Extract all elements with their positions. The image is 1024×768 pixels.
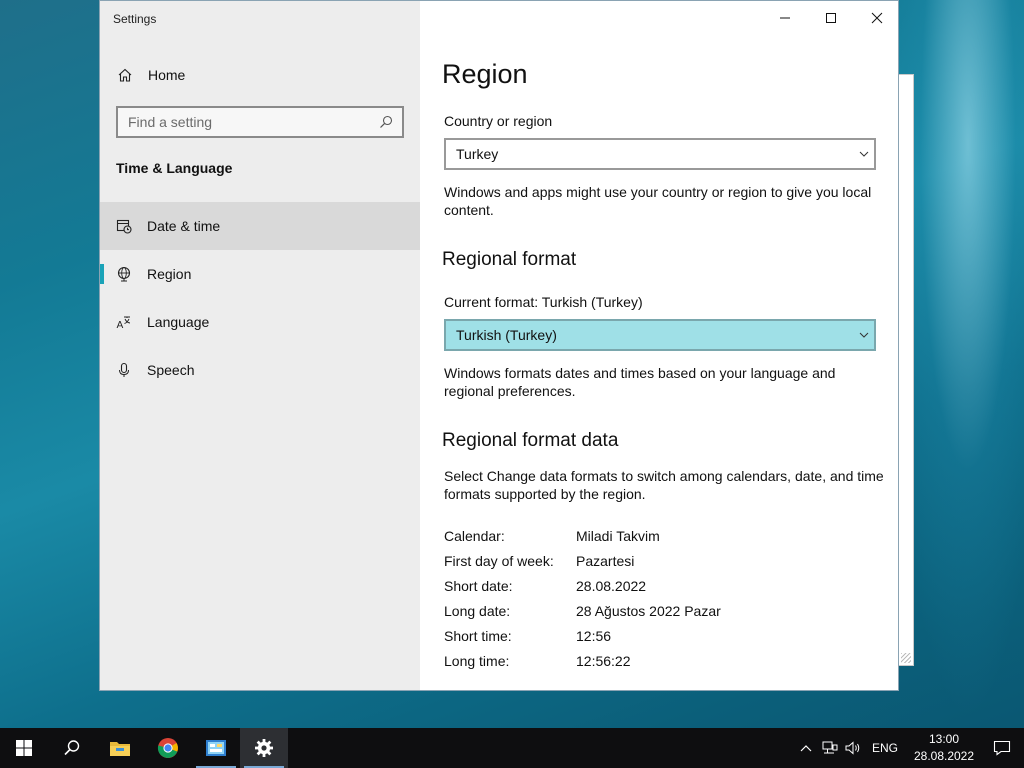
format-data-key: Short time:	[444, 628, 512, 644]
search-input[interactable]	[128, 114, 368, 130]
format-data-value: 12:56	[576, 628, 612, 644]
regional-format-dropdown[interactable]: Turkish (Turkey)	[444, 319, 876, 351]
regional-format-value: Turkish (Turkey)	[456, 327, 557, 343]
settings-gear-icon	[255, 739, 273, 757]
network-icon	[822, 741, 838, 754]
sidebar-item-speech[interactable]: Speech	[100, 346, 420, 394]
current-format-label: Current format: Turkish (Turkey)	[444, 294, 643, 310]
chevron-down-icon	[859, 151, 869, 157]
country-dropdown[interactable]: Turkey	[444, 138, 876, 170]
taskbar-clock[interactable]: 13:00 28.08.2022	[908, 731, 980, 765]
format-data-value: Miladi Takvim	[576, 528, 660, 544]
format-data-row: Long time: 12:56:22	[444, 653, 631, 669]
search-icon[interactable]	[378, 114, 394, 130]
chrome-icon	[157, 738, 178, 758]
notification-icon	[993, 740, 1011, 756]
svg-text:A: A	[117, 320, 124, 330]
window-title: Settings	[113, 12, 157, 26]
taskbar-search-button[interactable]	[48, 728, 96, 768]
format-data-key: First day of week:	[444, 553, 554, 569]
control-panel-button[interactable]	[192, 728, 240, 768]
selected-indicator	[100, 264, 104, 284]
regional-format-title: Regional format	[442, 249, 577, 270]
format-data-row: Short date: 28.08.2022	[444, 578, 646, 594]
settings-window: Settings Home Time & Language	[99, 0, 899, 691]
action-center-button[interactable]	[980, 728, 1024, 768]
search-icon	[64, 740, 80, 756]
page-title: Region	[442, 59, 528, 89]
close-icon	[871, 12, 883, 24]
calendar-clock-icon	[116, 219, 132, 234]
format-data-value: Pazartesi	[576, 553, 635, 569]
window-controls	[762, 1, 898, 35]
network-button[interactable]	[818, 728, 842, 768]
sidebar-item-label: Region	[147, 266, 192, 282]
sidebar: Settings Home Time & Language	[100, 1, 420, 690]
sidebar-item-label: Date & time	[147, 218, 221, 234]
maximize-icon	[826, 13, 836, 23]
microphone-icon	[119, 362, 129, 377]
search-box[interactable]	[116, 106, 404, 138]
country-description: Windows and apps might use your country …	[444, 184, 872, 218]
close-button[interactable]	[854, 1, 898, 35]
country-value: Turkey	[456, 146, 499, 162]
format-data-row: Short time: 12:56	[444, 628, 611, 644]
country-label: Country or region	[444, 113, 553, 129]
minimize-button[interactable]	[762, 1, 808, 35]
sidebar-item-label: Language	[147, 314, 210, 330]
system-tray: ENG 13:00 28.08.2022	[794, 728, 1024, 768]
format-data-title: Regional format data	[442, 430, 619, 451]
file-explorer-icon	[110, 742, 130, 756]
input-language-indicator[interactable]: ENG	[866, 741, 908, 755]
resize-grip[interactable]	[901, 653, 911, 663]
format-data-key: Long time:	[444, 653, 510, 669]
format-data-key: Calendar:	[444, 528, 505, 544]
file-explorer-button[interactable]	[96, 728, 144, 768]
home-icon	[118, 68, 132, 82]
language-icon: A	[117, 316, 131, 330]
category-title: Time & Language	[116, 160, 233, 176]
globe-icon	[117, 266, 131, 282]
volume-icon	[845, 741, 860, 755]
sidebar-item-label: Speech	[147, 362, 195, 378]
format-data-value: 28 Ağustos 2022 Pazar	[576, 603, 721, 619]
minimize-icon	[780, 17, 790, 19]
clock-date: 28.08.2022	[913, 749, 975, 763]
format-data-row: Calendar: Miladi Takvim	[444, 528, 660, 544]
format-data-description: Select Change data formats to switch amo…	[444, 468, 884, 502]
sidebar-item-date-time[interactable]: Date & time	[100, 202, 420, 250]
sidebar-home[interactable]: Home	[100, 57, 420, 93]
control-panel-icon	[206, 740, 226, 756]
home-label: Home	[148, 67, 186, 83]
format-data-value: 12:56:22	[576, 653, 631, 669]
format-data-row: First day of week: Pazartesi	[444, 553, 634, 569]
chevron-up-icon	[800, 745, 812, 752]
maximize-button[interactable]	[808, 1, 854, 35]
volume-button[interactable]	[842, 728, 866, 768]
format-data-key: Short date:	[444, 578, 513, 594]
taskbar: ENG 13:00 28.08.2022	[0, 728, 1024, 768]
format-data-key: Long date:	[444, 603, 511, 619]
format-data-value: 28.08.2022	[576, 578, 647, 594]
chrome-button[interactable]	[144, 728, 192, 768]
format-description: Windows formats dates and times based on…	[444, 365, 836, 399]
show-hidden-icons-button[interactable]	[794, 728, 818, 768]
sidebar-item-language[interactable]: A Language	[100, 298, 420, 346]
format-data-row: Long date: 28 Ağustos 2022 Pazar	[444, 603, 721, 619]
sidebar-nav: Date & time Region A Language Speech	[100, 202, 420, 394]
sidebar-item-region[interactable]: Region	[100, 250, 420, 298]
settings-taskbar-button[interactable]	[240, 728, 288, 768]
chevron-down-icon	[859, 332, 869, 338]
clock-time: 13:00	[928, 732, 960, 746]
start-icon	[16, 740, 32, 756]
main-content: Region Country or region Turkey Windows …	[420, 1, 898, 690]
start-button[interactable]	[0, 728, 48, 768]
